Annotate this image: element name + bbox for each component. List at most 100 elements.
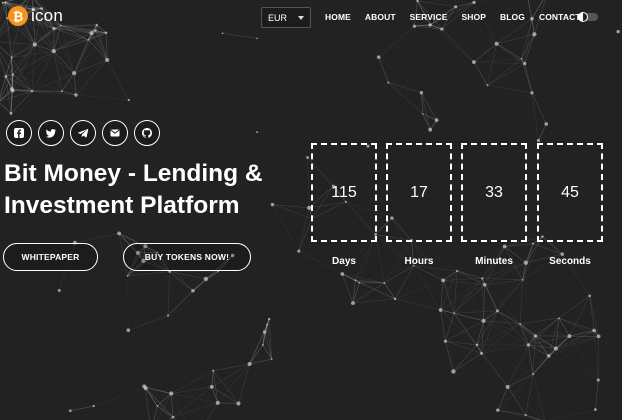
network-node: [553, 346, 559, 351]
network-line: [496, 43, 525, 64]
network-node: [502, 244, 507, 249]
network-line: [379, 25, 431, 58]
network-node: [496, 408, 500, 412]
network-node: [191, 288, 195, 293]
caret-down-icon: [298, 16, 304, 20]
network-node: [443, 339, 447, 343]
network-line: [453, 313, 454, 371]
network-node: [126, 275, 129, 277]
network-node: [156, 405, 159, 407]
network-line: [173, 371, 213, 417]
network-line: [555, 348, 599, 381]
network-node: [393, 297, 397, 301]
bitcoin-icon: ₿: [8, 6, 28, 26]
network-node: [456, 269, 459, 273]
theme-toggle[interactable]: [578, 12, 598, 22]
brand-logo[interactable]: ₿ icon: [8, 6, 63, 26]
network-node: [105, 58, 110, 63]
network-line: [157, 405, 174, 420]
network-line: [453, 344, 478, 372]
network-node: [558, 317, 560, 319]
network-line: [127, 275, 129, 331]
network-node: [530, 91, 534, 95]
network-line: [532, 243, 563, 255]
network-node: [592, 328, 596, 333]
network-line: [167, 271, 170, 316]
network-node: [472, 0, 476, 5]
network-node: [306, 156, 309, 159]
network-line: [524, 34, 535, 64]
network-node: [169, 391, 174, 396]
network-line: [169, 271, 194, 291]
buy-tokens-button[interactable]: BUY TOKENS NOW!: [123, 243, 251, 271]
network-line: [5, 0, 15, 3]
brand-name: icon: [31, 6, 63, 25]
network-node: [520, 57, 523, 60]
network-line: [352, 298, 396, 304]
github-icon[interactable]: [134, 120, 160, 146]
nav-blog[interactable]: BLOG: [500, 12, 525, 22]
nav-shop[interactable]: SHOP: [462, 12, 487, 22]
network-line: [441, 310, 498, 311]
network-node: [266, 323, 269, 326]
network-line: [440, 284, 485, 311]
network-node: [387, 81, 390, 84]
network-line: [532, 335, 536, 375]
network-node: [11, 73, 15, 76]
network-node: [441, 278, 446, 283]
telegram-icon[interactable]: [70, 120, 96, 146]
network-line: [524, 63, 533, 93]
network-line: [388, 82, 422, 94]
network-node: [10, 56, 13, 59]
network-line: [569, 295, 590, 337]
network-line: [484, 284, 521, 325]
network-node: [171, 415, 175, 419]
network-line: [266, 324, 273, 360]
network-node: [340, 272, 345, 276]
network-node: [547, 354, 551, 358]
network-line: [473, 58, 522, 63]
currency-select[interactable]: EUR: [261, 7, 311, 28]
network-node: [616, 29, 620, 34]
network-node: [481, 277, 484, 280]
whitepaper-button[interactable]: WHITEPAPER: [3, 243, 98, 271]
nav-about[interactable]: ABOUT: [365, 12, 396, 22]
network-node: [127, 98, 130, 102]
network-node: [104, 31, 108, 35]
nav-service[interactable]: SERVICE: [410, 12, 448, 22]
network-node: [434, 118, 439, 123]
network-line: [522, 279, 560, 319]
network-line: [74, 233, 120, 243]
network-node: [92, 404, 95, 408]
network-line: [443, 278, 483, 281]
network-node: [68, 409, 72, 413]
countdown-days: 115: [311, 143, 377, 242]
twitter-icon[interactable]: [38, 120, 64, 146]
network-line: [195, 403, 239, 420]
network-line: [558, 317, 595, 331]
network-node: [521, 278, 524, 281]
network-line: [378, 25, 415, 58]
facebook-icon[interactable]: [6, 120, 32, 146]
nav-home[interactable]: HOME: [325, 12, 351, 22]
network-line: [145, 387, 174, 418]
email-icon[interactable]: [102, 120, 128, 146]
network-node: [167, 314, 170, 317]
network-node: [358, 281, 361, 284]
network-line: [558, 295, 590, 319]
nav-contact[interactable]: CONTACT: [539, 12, 581, 22]
network-node: [419, 91, 424, 95]
network-node: [221, 32, 224, 35]
network-line: [388, 82, 424, 115]
network-line: [169, 271, 206, 280]
network-node: [72, 71, 77, 76]
network-node: [4, 1, 7, 4]
network-line: [521, 34, 535, 59]
network-node: [215, 400, 220, 405]
network-line: [520, 263, 526, 324]
network-node: [480, 351, 483, 355]
network-line: [453, 371, 507, 386]
network-line: [93, 387, 146, 407]
countdown-label-hours: Hours: [404, 256, 434, 267]
network-node: [209, 384, 214, 389]
